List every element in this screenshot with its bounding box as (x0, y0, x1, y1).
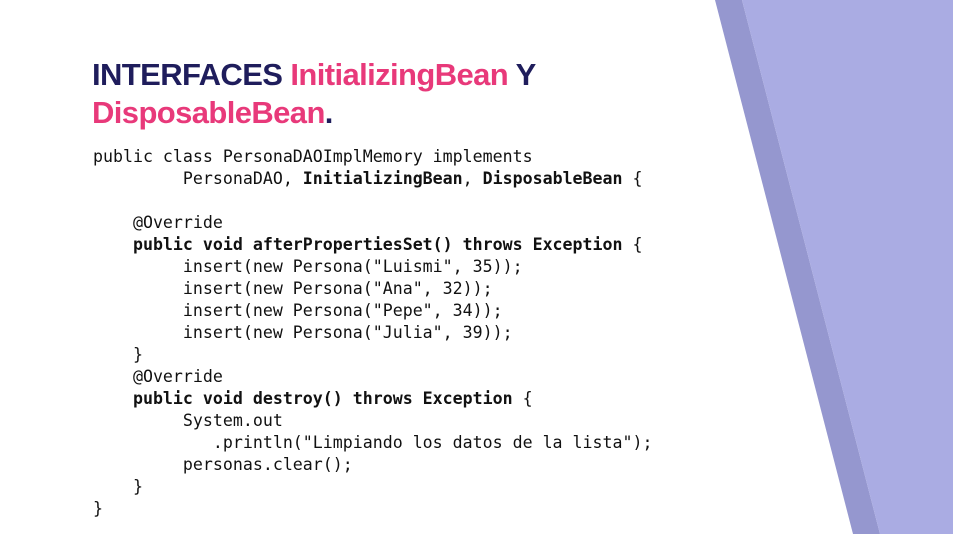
title-text-1: INTERFACES (92, 57, 291, 92)
code-token: { (622, 235, 643, 254)
code-line: @Override (93, 367, 223, 386)
code-line: public void destroy() throws Exception (93, 389, 513, 408)
slide-title: INTERFACES InitializingBean Y DisposableB… (92, 56, 692, 132)
code-block: public class PersonaDAOImplMemory implem… (93, 146, 652, 520)
code-line: .println("Limpiando los datos de la list… (93, 433, 653, 452)
code-line: insert(new Persona("Julia", 39)); (93, 323, 513, 342)
code-line: public class PersonaDAOImplMemory implem… (93, 147, 533, 166)
code-token: InitializingBean (302, 169, 463, 188)
title-disposablebean: DisposableBean (92, 95, 325, 130)
code-line: insert(new Persona("Ana", 32)); (93, 279, 493, 298)
code-line: PersonaDAO, (93, 169, 303, 188)
code-line: } (93, 477, 143, 496)
code-line: } (93, 345, 143, 364)
code-token: { (622, 169, 643, 188)
slide: INTERFACES InitializingBean Y DisposableB… (0, 0, 953, 534)
title-text-y: Y (508, 57, 537, 92)
code-token: { (512, 389, 533, 408)
code-line: personas.clear(); (93, 455, 353, 474)
code-token: , (462, 169, 483, 188)
code-line: insert(new Persona("Luismi", 35)); (93, 257, 523, 276)
code-token: DisposableBean (482, 169, 623, 188)
code-line: System.out (93, 411, 283, 430)
code-line: } (93, 499, 103, 518)
title-period: . (324, 95, 334, 130)
title-initializingbean: InitializingBean (290, 57, 509, 92)
code-line: public void afterPropertiesSet() throws … (93, 235, 623, 254)
code-line: @Override (93, 213, 223, 232)
code-line: insert(new Persona("Pepe", 34)); (93, 301, 503, 320)
